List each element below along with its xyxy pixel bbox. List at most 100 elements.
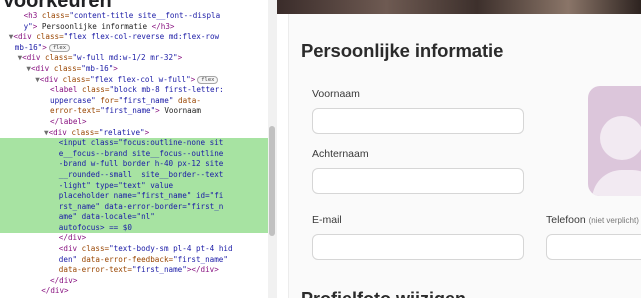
last-name-label: Achternaam bbox=[312, 148, 369, 160]
selected-dom-line[interactable]: -light" type="text" value bbox=[0, 181, 268, 192]
dom-tree: <h3 class="content-title site__font--dis… bbox=[0, 11, 268, 297]
dom-line[interactable]: error-text="first_name"> Voornaam bbox=[0, 106, 268, 117]
selected-dom-line[interactable]: e__focus--brand site__focus--outline bbox=[0, 149, 268, 160]
dom-token: <div bbox=[39, 74, 63, 84]
dom-token: Voornaam bbox=[159, 106, 201, 116]
last-name-input[interactable] bbox=[312, 168, 524, 194]
dom-token: <div bbox=[58, 244, 82, 254]
dom-token: <h3 bbox=[23, 11, 42, 20]
email-input[interactable] bbox=[312, 234, 524, 260]
dom-token: "mb-16" bbox=[81, 63, 114, 73]
dom-token: > bbox=[42, 42, 47, 52]
dom-line[interactable]: </div> bbox=[0, 276, 268, 287]
dom-token: class= bbox=[36, 32, 64, 42]
dom-line[interactable]: ▼<div class="flex flex-col w-full"> flex bbox=[0, 75, 268, 86]
first-name-label: Voornaam bbox=[312, 88, 360, 100]
dom-token: > bbox=[177, 53, 183, 63]
dom-token: Persoonlijke informatie bbox=[37, 21, 152, 31]
dom-token: </div> bbox=[50, 275, 78, 285]
dom-token: class= bbox=[53, 63, 82, 73]
selected-dom-line[interactable]: <input class="focus:outline-none sit bbox=[0, 138, 268, 149]
dom-line[interactable]: ▼<div class="flex flex-col-reverse md:fl… bbox=[0, 32, 268, 43]
dom-token: "first_name" bbox=[118, 95, 179, 105]
dom-line[interactable]: <label class="block mb-8 first-letter: bbox=[0, 85, 268, 96]
dom-token: den" bbox=[58, 254, 82, 264]
dom-line[interactable]: uppercase" for="first_name" data- bbox=[0, 96, 268, 107]
selected-dom-line[interactable]: ame" data-locale="nl" bbox=[0, 212, 268, 223]
selected-dom-node[interactable]: <input class="focus:outline-none sit e__f… bbox=[0, 138, 268, 234]
devtools-scrollbar[interactable] bbox=[268, 0, 277, 298]
dom-token: "text-body-sm pl-4 pt-4 hid bbox=[109, 244, 233, 254]
dom-line[interactable]: <h3 class="content-title site__font--dis… bbox=[0, 11, 268, 22]
dom-token: <div bbox=[48, 127, 72, 137]
dom-line[interactable]: <div class="text-body-sm pl-4 pt-4 hid bbox=[0, 244, 268, 255]
dom-token: </div> bbox=[41, 286, 69, 296]
dom-line[interactable]: ▼<div class="mb-16"> bbox=[0, 64, 268, 75]
dom-line[interactable]: </label> bbox=[0, 117, 268, 128]
dom-token: "first_name" bbox=[173, 254, 228, 264]
dom-token: <div bbox=[13, 32, 37, 42]
avatar-body-icon bbox=[592, 170, 641, 196]
dom-token: "first_name" bbox=[131, 265, 187, 275]
flex-badge[interactable]: flex bbox=[48, 43, 71, 52]
form-title: Persoonlijke informatie bbox=[301, 40, 504, 61]
dom-token: "w-full md:w-1/2 mr-32" bbox=[72, 53, 178, 63]
dom-token: y" bbox=[23, 21, 33, 31]
dom-token: <div bbox=[30, 63, 54, 73]
phone-input[interactable] bbox=[546, 234, 641, 260]
next-section-title: Profielfoto wijzigen bbox=[301, 289, 466, 298]
dom-line[interactable]: ▼<div class="w-full md:w-1/2 mr-32"> bbox=[0, 53, 268, 64]
dom-token: class= bbox=[62, 74, 91, 84]
page-preview: Persoonlijke informatie Voornaam Achtern… bbox=[277, 0, 641, 298]
dom-token: "relative" bbox=[98, 127, 145, 137]
avatar-head-icon bbox=[600, 116, 641, 160]
dom-line[interactable]: den" data-error-feedback="first_name" bbox=[0, 255, 268, 266]
dom-token: error-text= bbox=[50, 106, 101, 116]
devtools-cutoff-heading: Voorkeuren bbox=[2, 0, 112, 12]
dom-token: </label> bbox=[50, 116, 87, 126]
dom-token: uppercase" bbox=[50, 95, 101, 105]
email-label: E-mail bbox=[312, 214, 342, 226]
dom-line[interactable]: ▼<div class="relative"> bbox=[0, 128, 268, 139]
dom-token: "content-title site__font--displa bbox=[69, 11, 221, 20]
dom-lines-before: <h3 class="content-title site__font--dis… bbox=[0, 11, 268, 138]
devtools-scrollbar-thumb[interactable] bbox=[269, 126, 275, 236]
selected-dom-line[interactable]: rst_name" data-error-border="first_n bbox=[0, 202, 268, 213]
dom-line[interactable]: y"> Persoonlijke informatie </h3> bbox=[0, 22, 268, 33]
devtools-elements-panel: Voorkeuren <h3 class="content-title site… bbox=[0, 0, 277, 298]
selected-dom-line[interactable]: -brand w-full border h-40 px-12 site bbox=[0, 159, 268, 170]
dom-line[interactable]: </div> bbox=[0, 286, 268, 297]
hero-image-strip bbox=[277, 0, 641, 14]
dom-token: </div> bbox=[58, 233, 87, 243]
dom-line[interactable]: mb-16"> flex bbox=[0, 43, 268, 54]
dom-token: class= bbox=[81, 244, 110, 254]
dom-token: "first_name" bbox=[100, 106, 156, 116]
dom-token: for= bbox=[100, 95, 119, 105]
dom-token: data-error-feedback= bbox=[81, 254, 174, 264]
dom-lines-after: </div> <div class="text-body-sm pl-4 pt-4… bbox=[0, 233, 268, 297]
avatar-placeholder[interactable] bbox=[588, 86, 641, 196]
phone-label: Telefoon (niet verplicht) bbox=[546, 214, 639, 226]
dom-token: > bbox=[113, 63, 118, 73]
flex-badge[interactable]: flex bbox=[197, 75, 219, 84]
dom-token: "flex flex-col-reverse md:flex-row bbox=[63, 32, 220, 42]
dom-line[interactable]: data-error-text="first_name"></div> bbox=[0, 265, 268, 276]
dom-token: </h3> bbox=[151, 21, 175, 31]
dom-line[interactable]: </div> bbox=[0, 233, 268, 244]
dom-token: > bbox=[144, 127, 150, 137]
selected-dom-line[interactable]: __rounded--small site__border--text bbox=[0, 170, 268, 181]
selected-dom-line[interactable]: placeholder name="first_name" id="fi bbox=[0, 191, 268, 202]
selected-dom-line[interactable]: autofocus> == $0 bbox=[0, 223, 268, 234]
dom-token: "flex flex-col w-full" bbox=[90, 74, 191, 84]
dom-token: mb-16" bbox=[14, 42, 43, 52]
dom-token: > bbox=[190, 74, 196, 84]
dom-token: data-error-text= bbox=[58, 265, 132, 275]
dom-token: data- bbox=[178, 95, 201, 105]
first-name-input[interactable] bbox=[312, 108, 524, 134]
dom-token: "block mb-8 first-letter: bbox=[109, 85, 224, 95]
dom-token: class= bbox=[41, 11, 70, 20]
dom-token: class= bbox=[82, 85, 110, 95]
dom-token: <div bbox=[22, 53, 46, 63]
phone-label-text: Telefoon bbox=[546, 214, 586, 226]
dom-token: <label bbox=[50, 85, 83, 95]
